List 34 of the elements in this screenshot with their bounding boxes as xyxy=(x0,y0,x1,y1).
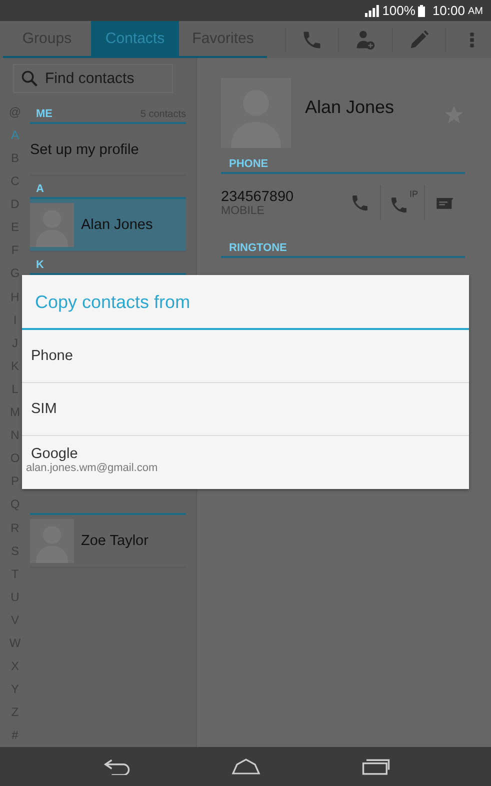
dialog-option[interactable]: Google alan.jones.wm@gmail.com xyxy=(22,436,469,489)
clock: 10:00 xyxy=(432,3,465,18)
search-icon xyxy=(21,70,38,87)
phone-icon xyxy=(389,194,410,215)
contact-name: Alan Jones xyxy=(305,96,396,118)
section-title: K xyxy=(36,258,44,271)
section-title: A xyxy=(36,182,44,195)
index-letter[interactable]: @ xyxy=(8,100,22,124)
dialog-title: Copy contacts from xyxy=(22,274,469,330)
dialog-option[interactable]: SIM xyxy=(22,382,469,436)
avatar-icon xyxy=(30,202,74,247)
section-title: ME xyxy=(36,108,52,120)
battery-level: 100% xyxy=(382,3,416,18)
section-title: RINGTONE xyxy=(229,242,287,254)
home-icon[interactable] xyxy=(230,758,260,776)
recent-apps-icon[interactable] xyxy=(360,758,390,776)
section-title: PHONE xyxy=(229,158,268,170)
index-letter[interactable]: # xyxy=(12,724,18,748)
search-field[interactable]: Find contacts xyxy=(13,64,173,93)
battery-icon xyxy=(418,4,426,17)
contact-item[interactable]: Zoe Taylor xyxy=(30,514,186,568)
dialog-option[interactable]: Phone xyxy=(22,330,469,383)
profile-item[interactable]: Set up my profile xyxy=(30,124,186,176)
phone-icon[interactable] xyxy=(350,192,370,213)
clock-period: AM xyxy=(468,6,483,18)
contact-item[interactable]: Alan Jones xyxy=(30,198,186,252)
option-label: Phone xyxy=(31,348,74,364)
account-email: alan.jones.wm@gmail.com xyxy=(26,462,159,474)
option-label: Google xyxy=(31,446,79,462)
add-person-icon[interactable] xyxy=(354,28,376,51)
signal-icon xyxy=(365,4,380,17)
option-label: SIM xyxy=(31,400,58,417)
phone-number: 234567890 xyxy=(221,188,295,205)
index-letter[interactable]: A xyxy=(10,124,19,148)
